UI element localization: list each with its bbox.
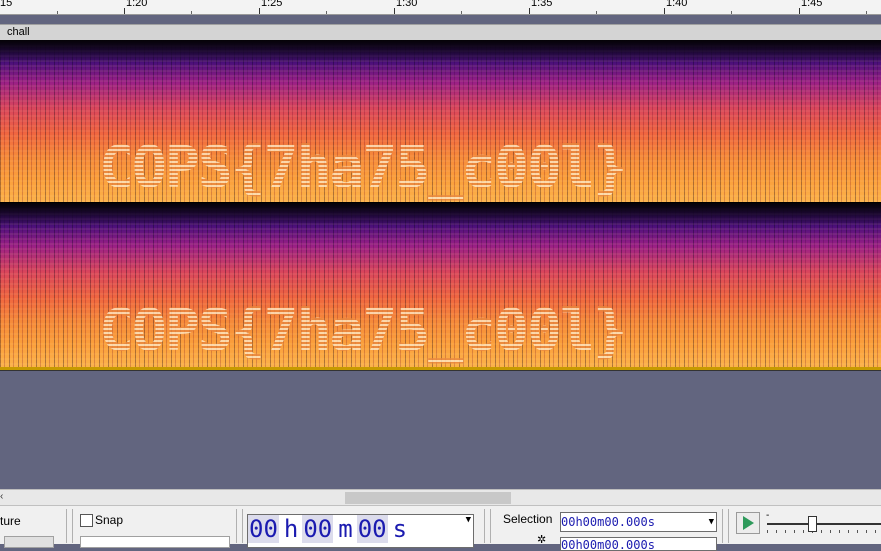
- toolbar-separator: [728, 509, 729, 543]
- snap-to-dropdown[interactable]: [80, 536, 230, 548]
- ruler-minor-tick: [57, 11, 58, 14]
- rate-dropdown[interactable]: [4, 536, 54, 548]
- ruler-minor-tick: [866, 11, 867, 14]
- time-minutes: 00: [302, 515, 334, 543]
- ruler-label: 1:20: [126, 0, 148, 9]
- ruler-minor-tick: [731, 11, 732, 14]
- scroll-left-icon[interactable]: ‹: [0, 491, 3, 502]
- ruler-major-tick: [664, 8, 665, 14]
- toolbar-separator: [722, 509, 723, 543]
- speed-slider-thumb[interactable]: [808, 516, 817, 532]
- selection-toolbar: ture Snap 00 h 00 m 00 s ▼ Selection ✲ 00h00m…: [0, 505, 881, 551]
- time-hours: 00: [248, 515, 279, 543]
- toolbar-separator: [66, 509, 67, 543]
- toolbar-separator: [484, 509, 485, 543]
- selection-label: Selection: [503, 512, 553, 526]
- spectrogram-high-freq: [0, 40, 881, 62]
- selection-end-time[interactable]: 00h00m00.000s: [560, 537, 717, 551]
- time-seconds-unit: s: [392, 515, 408, 543]
- play-at-speed-button[interactable]: [736, 512, 760, 534]
- snap-label: Snap: [95, 513, 124, 527]
- ruler-minor-tick: [326, 11, 327, 14]
- spectrogram-high-freq: [0, 203, 881, 225]
- horizontal-scrollbar[interactable]: ‹: [0, 489, 881, 506]
- spectrogram-channel-left[interactable]: COPS{7ha75_c00l}: [0, 40, 881, 202]
- ruler-major-tick: [124, 8, 125, 14]
- ruler-label: 1:40: [666, 0, 688, 9]
- track-name: chall: [7, 26, 30, 38]
- toolbar-separator: [236, 509, 237, 543]
- spectrogram-channel-right[interactable]: COPS{7ha75_c00l}: [0, 203, 881, 367]
- hidden-flag-text: COPS{7ha75_c00l}: [99, 296, 628, 364]
- snap-checkbox[interactable]: [80, 514, 93, 527]
- timeline-ruler[interactable]: :15 1:20 1:25 1:30 1:35 1:40 1:45: [0, 0, 881, 15]
- ruler-label: 1:30: [396, 0, 418, 9]
- track-title-bar[interactable]: chall: [0, 24, 881, 41]
- ruler-major-tick: [259, 8, 260, 14]
- time-minutes-unit: m: [338, 515, 353, 543]
- time-seconds: 00: [356, 515, 388, 543]
- ruler-major-tick: [529, 8, 530, 14]
- toolbar-separator: [490, 509, 491, 543]
- chevron-down-icon[interactable]: ▼: [466, 515, 471, 525]
- ruler-minor-tick: [191, 11, 192, 14]
- ruler-minor-tick: [596, 11, 597, 14]
- chevron-down-icon[interactable]: ▼: [709, 513, 714, 531]
- ruler-label: 1:35: [531, 0, 553, 9]
- selection-end-value: 00h00m00.000s: [561, 538, 655, 551]
- gear-icon[interactable]: ✲: [537, 533, 546, 546]
- ruler-label: :15: [0, 0, 13, 9]
- capture-label: ture: [0, 514, 21, 528]
- toolbar-separator: [242, 509, 243, 543]
- empty-track-area[interactable]: [0, 371, 881, 489]
- speed-slider-track[interactable]: [767, 523, 881, 525]
- scrollbar-thumb[interactable]: [345, 492, 511, 504]
- ruler-minor-tick: [461, 11, 462, 14]
- ruler-label: 1:45: [801, 0, 823, 9]
- time-hours-unit: h: [283, 515, 299, 543]
- ruler-label: 1:25: [261, 0, 283, 9]
- selection-start-value: 00h00m00.000s: [561, 515, 655, 529]
- speed-minus-label: -: [766, 510, 770, 521]
- ruler-major-tick: [394, 8, 395, 14]
- selection-start-time[interactable]: 00h00m00.000s ▼: [560, 512, 717, 532]
- ruler-major-tick: [799, 8, 800, 14]
- hidden-flag-text: COPS{7ha75_c00l}: [99, 133, 628, 201]
- speed-slider-ticks: [767, 530, 881, 533]
- toolbar-separator: [72, 509, 73, 543]
